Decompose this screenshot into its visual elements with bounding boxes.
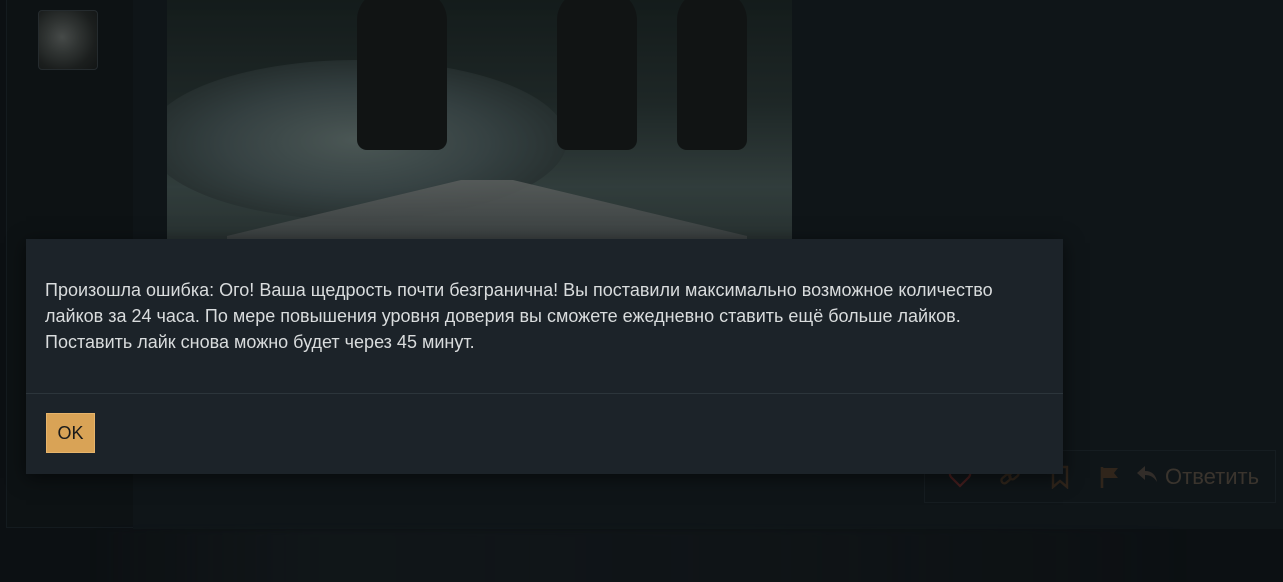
error-message: Произошла ошибка: Ого! Ваша щедрость поч… — [45, 280, 993, 352]
error-dialog: Произошла ошибка: Ого! Ваша щедрость поч… — [26, 239, 1063, 474]
page: Ответить Произошла ошибка: Ого! Ваша щед… — [0, 0, 1283, 582]
ok-button[interactable]: OK — [46, 413, 95, 453]
dialog-divider — [26, 393, 1063, 394]
